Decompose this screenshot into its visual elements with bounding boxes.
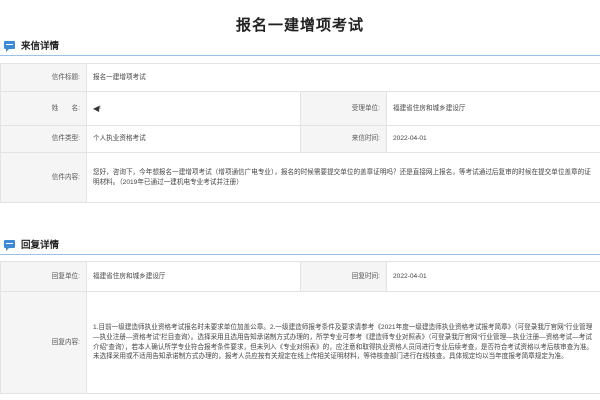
letter-section-header: 来信详情 [0,36,600,54]
reply-content-value: 1.目前一级建造师执业资格考试报名时未要求单位加盖公章。2.一级建造师报考条件及… [86,291,600,394]
reply-unit-row: 回复单位: 福建省住房和城乡建设厅 回复时间: 2022-04-01 [0,261,600,292]
name-value: ◀ᵗ [86,91,301,126]
receiver-label: 受理单位: [300,91,387,126]
receiver-value: 福建省住房和城乡建设厅 [385,91,600,126]
reply-unit-label: 回复单位: [0,261,87,292]
letter-type-row: 信件类型: 个人执业资格考试 来信时间: 2022-04-01 [0,125,600,153]
reply-content-label: 回复内容: [0,291,87,394]
page-title: 报名一建增项考试 [235,17,364,34]
envelope-icon [4,40,16,52]
letter-subject-row: 信件标题: 报名一建增项考试 [0,63,600,92]
name-label: 姓 名: [0,91,87,126]
type-value: 个人执业资格考试 [86,125,301,153]
subject-value: 报名一建增项考试 [85,63,600,92]
reply-section-title: 回复详情 [21,240,60,251]
letter-section-title: 来信详情 [21,41,60,52]
reply-date-value: 2022-04-01 [386,261,600,292]
content-label: 信件内容: [0,152,87,203]
speaker-icon[interactable]: ◀ᵗ [93,103,101,115]
letter-date-label: 来信时间: [300,125,387,153]
letter-date-value: 2022-04-01 [385,125,600,153]
letter-section-divider [0,55,600,56]
letter-detail-table: 信件标题: 报名一建增项考试 姓 名: ◀ᵗ 受理单位: 福建省住房和城乡建设厅… [0,63,600,203]
type-label: 信件类型: [0,125,87,153]
reply-content-row: 回复内容: 1.目前一级建造师执业资格考试报名时未要求单位加盖公章。2.一级建造… [0,291,600,394]
reply-section-header: 回复详情 [0,235,600,253]
content-value: 您好，咨询下，今年想报名一建增项考试（增项通信广电专业），报名的时候需要提交单位… [85,152,600,203]
reply-date-label: 回复时间: [300,261,387,292]
letter-content-row: 信件内容: 您好，咨询下，今年想报名一建增项考试（增项通信广电专业），报名的时候… [0,152,600,203]
reply-detail-table: 回复单位: 福建省住房和城乡建设厅 回复时间: 2022-04-01 回复内容:… [0,261,600,394]
reply-section-divider [0,254,600,255]
letter-name-row: 姓 名: ◀ᵗ 受理单位: 福建省住房和城乡建设厅 [0,91,600,126]
subject-label: 信件标题: [0,63,87,92]
reply-chat-icon [4,239,16,251]
reply-unit-value: 福建省住房和城乡建设厅 [86,261,301,292]
